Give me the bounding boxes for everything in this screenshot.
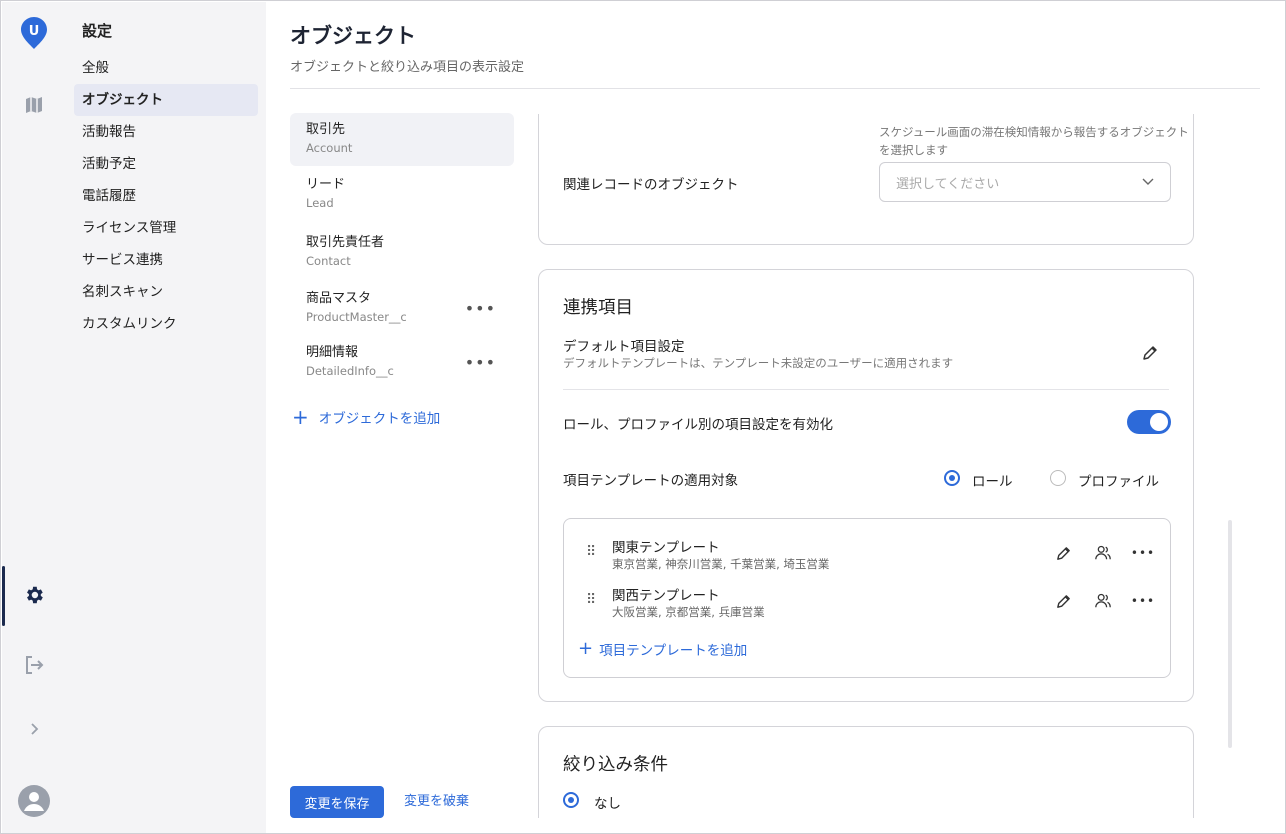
add-template-label: 項目テンプレートを追加 bbox=[599, 643, 748, 659]
radio-role-label[interactable]: ロール bbox=[972, 470, 1013, 490]
object-name: 取引先 bbox=[306, 122, 346, 137]
template-list: ⠿ 関東テンプレート 東京営業, 神奈川営業, 千葉営業, 埼玉営業 ••• ⠿… bbox=[563, 518, 1171, 678]
edit-pencil-icon[interactable] bbox=[1052, 590, 1074, 612]
object-item-account[interactable]: 取引先 Account bbox=[290, 113, 514, 166]
chevron-right-icon[interactable] bbox=[18, 713, 50, 745]
add-object-label: オブジェクトを追加 bbox=[318, 411, 441, 427]
object-api-name: Contact bbox=[306, 254, 351, 268]
drag-handle-icon[interactable]: ⠿ bbox=[586, 545, 596, 559]
template-name: 関西テンプレート bbox=[612, 588, 720, 604]
users-icon[interactable] bbox=[1092, 590, 1114, 612]
map-icon[interactable] bbox=[18, 89, 50, 121]
filter-conditions-card: 絞り込み条件 なし bbox=[538, 726, 1194, 818]
sidebar-item-license[interactable]: ライセンス管理 bbox=[74, 212, 258, 244]
object-item-lead[interactable]: リード Lead bbox=[290, 168, 514, 221]
object-api-name: Lead bbox=[306, 196, 334, 210]
user-avatar-icon[interactable] bbox=[18, 785, 50, 817]
object-api-name: Account bbox=[306, 141, 353, 155]
object-settings-panel[interactable]: スケジュール画面の滞在検知情報から報告するオブジェクトを選択します 関連レコード… bbox=[538, 114, 1222, 818]
logo-icon[interactable]: U bbox=[18, 17, 50, 49]
report-object-card: スケジュール画面の滞在検知情報から報告するオブジェクトを選択します 関連レコード… bbox=[538, 114, 1194, 245]
sidebar-item-activity-plan[interactable]: 活動予定 bbox=[74, 148, 258, 180]
role-profile-toggle[interactable] bbox=[1127, 410, 1171, 434]
role-toggle-label: ロール、プロファイル別の項目設定を有効化 bbox=[563, 417, 833, 433]
add-object-button[interactable]: + オブジェクトを追加 bbox=[292, 407, 440, 427]
toggle-knob bbox=[1150, 413, 1168, 431]
users-icon[interactable] bbox=[1092, 542, 1114, 564]
sidebar-item-call-history[interactable]: 電話履歴 bbox=[74, 180, 258, 212]
app-window: U 設定 全般 オブジェクト 活動報告 活動予定 電話履歴 ライセンス管理 サー… bbox=[0, 0, 1286, 834]
save-button[interactable]: 変更を保存 bbox=[290, 786, 384, 818]
apply-target-label: 項目テンプレートの適用対象 bbox=[563, 473, 739, 489]
more-icon[interactable]: ••• bbox=[1131, 590, 1154, 612]
plus-icon: + bbox=[292, 405, 309, 429]
radio-role[interactable] bbox=[944, 470, 960, 486]
active-indicator bbox=[2, 566, 5, 626]
radio-filter-none[interactable] bbox=[563, 792, 579, 808]
more-icon[interactable]: ••• bbox=[1131, 542, 1154, 564]
sidebar-item-integrations[interactable]: サービス連携 bbox=[74, 244, 258, 276]
sidebar-item-card-scan[interactable]: 名刺スキャン bbox=[74, 276, 258, 308]
object-name: リード bbox=[306, 177, 346, 192]
edit-pencil-icon[interactable] bbox=[1052, 542, 1074, 564]
sidebar-item-objects[interactable]: オブジェクト bbox=[74, 84, 258, 116]
linked-fields-card: 連携項目 デフォルト項目設定 デフォルトテンプレートは、テンプレート未設定のユー… bbox=[538, 269, 1194, 702]
object-item-contact[interactable]: 取引先責任者 Contact bbox=[290, 226, 514, 279]
select-placeholder: 選択してください bbox=[896, 176, 1000, 192]
default-fields-title: デフォルト項目設定 bbox=[563, 339, 685, 355]
template-name: 関東テンプレート bbox=[612, 540, 720, 556]
sidebar-item-general[interactable]: 全般 bbox=[74, 52, 258, 84]
page-subtitle: オブジェクトと絞り込み項目の表示設定 bbox=[290, 60, 525, 75]
related-record-label: 関連レコードのオブジェクト bbox=[563, 177, 739, 193]
sidebar-title: 設定 bbox=[82, 22, 113, 40]
more-icon[interactable]: ••• bbox=[465, 301, 496, 317]
sidebar-item-activity-report[interactable]: 活動報告 bbox=[74, 116, 258, 148]
template-members: 大阪営業, 京都営業, 兵庫営業 bbox=[612, 605, 765, 619]
sidebar-item-custom-link[interactable]: カスタムリンク bbox=[74, 308, 258, 340]
report-object-note: スケジュール画面の滞在検知情報から報告するオブジェクトを選択します bbox=[879, 125, 1189, 157]
template-row[interactable]: ⠿ 関西テンプレート 大阪営業, 京都営業, 兵庫営業 ••• bbox=[564, 584, 1170, 624]
divider bbox=[563, 389, 1169, 390]
plus-icon: + bbox=[578, 638, 594, 659]
linked-fields-title: 連携項目 bbox=[563, 298, 633, 318]
settings-sidebar: 設定 全般 オブジェクト 活動報告 活動予定 電話履歴 ライセンス管理 サービス… bbox=[66, 2, 266, 833]
radio-profile-label[interactable]: プロファイル bbox=[1078, 470, 1159, 490]
drag-handle-icon[interactable]: ⠿ bbox=[586, 593, 596, 607]
object-item-detailed-info[interactable]: 明細情報 DetailedInfo__c ••• bbox=[290, 336, 514, 389]
edit-default-pencil-icon[interactable] bbox=[1141, 344, 1159, 362]
icon-rail: U bbox=[2, 2, 66, 833]
chevron-down-icon bbox=[1142, 178, 1154, 185]
radio-filter-none-label[interactable]: なし bbox=[594, 792, 621, 812]
object-name: 取引先責任者 bbox=[306, 235, 385, 250]
more-icon[interactable]: ••• bbox=[465, 355, 496, 371]
filter-conditions-title: 絞り込み条件 bbox=[563, 755, 668, 775]
add-template-button[interactable]: + 項目テンプレートを追加 bbox=[578, 638, 748, 660]
radio-profile[interactable] bbox=[1050, 470, 1066, 486]
object-item-product-master[interactable]: 商品マスタ ProductMaster__c ••• bbox=[290, 282, 514, 335]
logo-letter: U bbox=[29, 24, 40, 39]
header-divider bbox=[290, 88, 1260, 89]
main-content: オブジェクト オブジェクトと絞り込み項目の表示設定 取引先 Account リー… bbox=[266, 2, 1284, 832]
page-title: オブジェクト bbox=[290, 24, 416, 48]
logout-icon[interactable] bbox=[18, 649, 50, 681]
discard-button[interactable]: 変更を破棄 bbox=[404, 786, 469, 818]
template-members: 東京営業, 神奈川営業, 千葉営業, 埼玉営業 bbox=[612, 557, 830, 571]
template-row[interactable]: ⠿ 関東テンプレート 東京営業, 神奈川営業, 千葉営業, 埼玉営業 ••• bbox=[564, 536, 1170, 576]
related-record-select[interactable]: 選択してください bbox=[879, 162, 1171, 202]
settings-icon[interactable] bbox=[18, 579, 50, 611]
default-fields-desc: デフォルトテンプレートは、テンプレート未設定のユーザーに適用されます bbox=[563, 356, 954, 370]
scrollbar[interactable] bbox=[1228, 520, 1232, 748]
